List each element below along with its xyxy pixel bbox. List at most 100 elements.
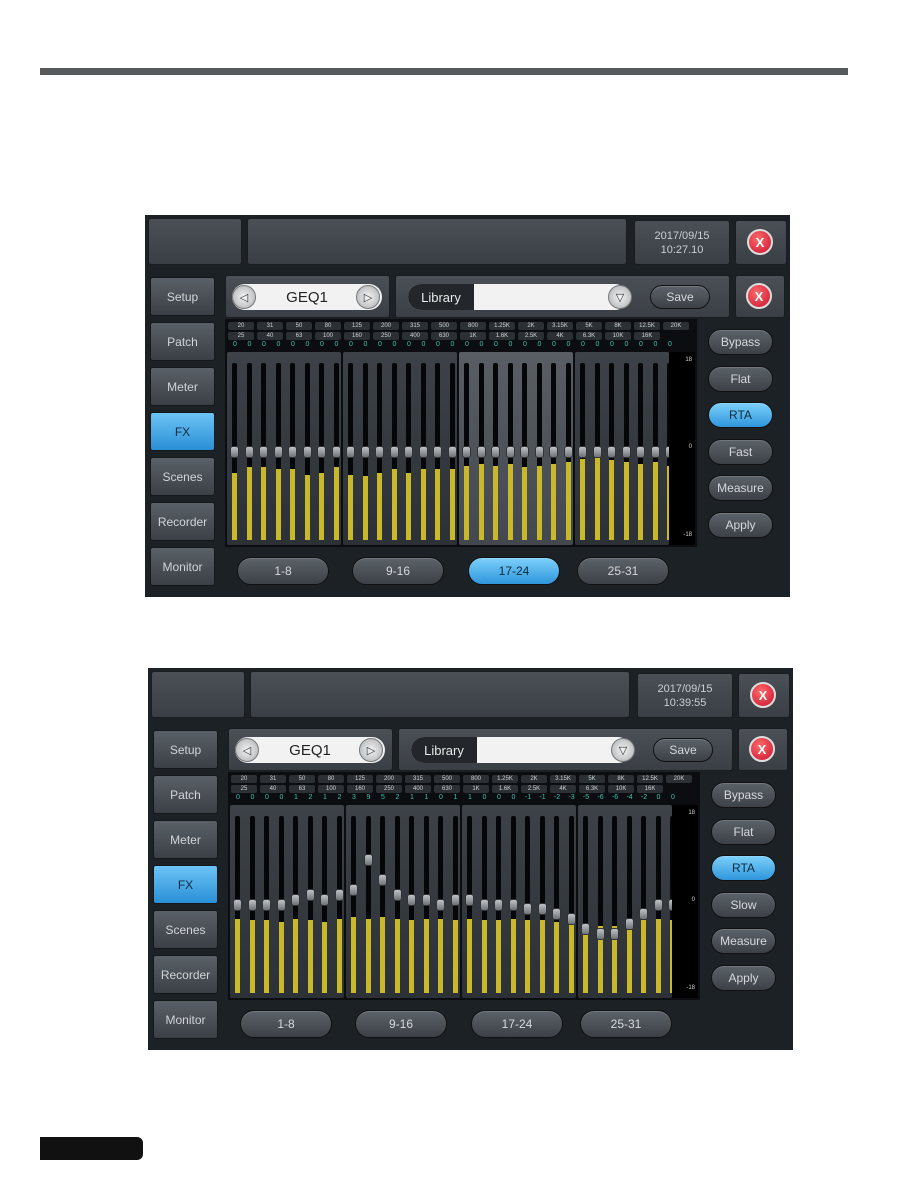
measure-button[interactable]: Measure: [711, 928, 776, 955]
group-button-9-16[interactable]: 9-16: [355, 1010, 447, 1038]
bypass-button[interactable]: Bypass: [708, 329, 773, 355]
bypass-button[interactable]: Bypass: [711, 782, 776, 808]
fader-handle[interactable]: [581, 923, 590, 936]
fader-handle[interactable]: [421, 893, 431, 906]
fader-handle[interactable]: [462, 445, 471, 458]
fader-handle[interactable]: [259, 445, 268, 458]
group-button-17-24[interactable]: 17-24: [468, 557, 560, 585]
fader-handle[interactable]: [389, 445, 399, 458]
group-button-1-8[interactable]: 1-8: [240, 1010, 332, 1038]
fader-handle[interactable]: [563, 445, 573, 458]
fader-handle[interactable]: [636, 445, 645, 458]
prev-preset-button[interactable]: ◁: [232, 285, 256, 309]
sidebar-item-recorder[interactable]: Recorder: [150, 502, 215, 541]
fader-handle[interactable]: [476, 445, 486, 458]
fader-handle[interactable]: [508, 898, 518, 911]
group-button-25-31[interactable]: 25-31: [580, 1010, 672, 1038]
fader-handle[interactable]: [549, 445, 558, 458]
fader-handle[interactable]: [346, 445, 355, 458]
sidebar-item-scenes[interactable]: Scenes: [153, 910, 218, 949]
fader-handle[interactable]: [334, 888, 344, 901]
fader-handle[interactable]: [273, 445, 283, 458]
sidebar-item-fx[interactable]: FX: [150, 412, 215, 451]
fader-handle[interactable]: [610, 928, 619, 940]
fader-handle[interactable]: [505, 445, 515, 458]
rta-button[interactable]: RTA: [711, 855, 776, 882]
fast-button[interactable]: Fast: [708, 438, 773, 465]
next-preset-button[interactable]: ▷: [359, 738, 383, 762]
fader-handle[interactable]: [639, 908, 648, 921]
sidebar-item-monitor[interactable]: Monitor: [150, 547, 215, 586]
fader-handle[interactable]: [578, 445, 587, 458]
fader-handle[interactable]: [320, 893, 329, 906]
rta-button[interactable]: RTA: [708, 402, 773, 429]
fader-handle[interactable]: [407, 893, 416, 906]
sidebar-item-fx[interactable]: FX: [153, 865, 218, 904]
fader-handle[interactable]: [624, 918, 634, 931]
sidebar-item-patch[interactable]: Patch: [150, 322, 215, 361]
fader-handle[interactable]: [653, 898, 663, 911]
sidebar-item-setup[interactable]: Setup: [153, 730, 218, 769]
measure-button[interactable]: Measure: [708, 475, 773, 502]
fader-handle[interactable]: [494, 898, 503, 911]
fader-handle[interactable]: [552, 908, 561, 921]
fader-handle[interactable]: [433, 445, 442, 458]
group-button-25-31[interactable]: 25-31: [577, 557, 669, 585]
sidebar-item-scenes[interactable]: Scenes: [150, 457, 215, 496]
dropdown-chevron-icon[interactable]: ▽: [611, 738, 635, 762]
close-window-button[interactable]: X: [750, 682, 776, 708]
fader-handle[interactable]: [262, 898, 271, 911]
fader-handle[interactable]: [276, 898, 286, 911]
fader-handle[interactable]: [520, 445, 529, 458]
close-fx-button[interactable]: X: [746, 283, 772, 309]
fader-handle[interactable]: [592, 445, 602, 458]
fader-handle[interactable]: [436, 898, 445, 911]
fader-handle[interactable]: [566, 913, 576, 926]
fader-handle[interactable]: [392, 888, 402, 901]
close-fx-button[interactable]: X: [749, 736, 775, 762]
fader-handle[interactable]: [465, 893, 474, 906]
group-button-9-16[interactable]: 9-16: [352, 557, 444, 585]
fader-handle[interactable]: [349, 883, 358, 896]
sidebar-item-patch[interactable]: Patch: [153, 775, 218, 814]
fader-handle[interactable]: [317, 445, 326, 458]
fader-handle[interactable]: [650, 445, 660, 458]
close-window-button[interactable]: X: [747, 229, 773, 255]
fader-handle[interactable]: [244, 445, 254, 458]
fader-handle[interactable]: [378, 873, 387, 886]
fader-handle[interactable]: [479, 898, 489, 911]
sidebar-item-meter[interactable]: Meter: [150, 367, 215, 406]
fader-handle[interactable]: [363, 854, 373, 867]
sidebar-item-setup[interactable]: Setup: [150, 277, 215, 316]
sidebar-item-meter[interactable]: Meter: [153, 820, 218, 859]
fader-handle[interactable]: [230, 445, 239, 458]
fader-handle[interactable]: [247, 898, 257, 911]
group-button-17-24[interactable]: 17-24: [471, 1010, 563, 1038]
flat-button[interactable]: Flat: [711, 818, 776, 845]
fader-handle[interactable]: [450, 893, 460, 906]
save-button[interactable]: Save: [650, 285, 710, 309]
apply-button[interactable]: Apply: [708, 512, 773, 538]
save-button[interactable]: Save: [653, 738, 713, 762]
group-button-1-8[interactable]: 1-8: [237, 557, 329, 585]
fader-handle[interactable]: [418, 445, 428, 458]
sidebar-item-monitor[interactable]: Monitor: [153, 1000, 218, 1039]
prev-preset-button[interactable]: ◁: [235, 738, 259, 762]
fader-handle[interactable]: [595, 928, 605, 940]
fader-handle[interactable]: [331, 445, 341, 458]
fader-handle[interactable]: [360, 445, 370, 458]
sidebar-item-recorder[interactable]: Recorder: [153, 955, 218, 994]
slow-button[interactable]: Slow: [711, 891, 776, 918]
fader-handle[interactable]: [233, 898, 242, 911]
fader-handle[interactable]: [621, 445, 631, 458]
fader-handle[interactable]: [537, 903, 547, 916]
fader-handle[interactable]: [305, 888, 315, 901]
dropdown-chevron-icon[interactable]: ▽: [608, 285, 632, 309]
fader-handle[interactable]: [447, 445, 457, 458]
flat-button[interactable]: Flat: [708, 365, 773, 392]
fader-handle[interactable]: [491, 445, 500, 458]
next-preset-button[interactable]: ▷: [356, 285, 380, 309]
fader-handle[interactable]: [534, 445, 544, 458]
apply-button[interactable]: Apply: [711, 965, 776, 991]
fader-handle[interactable]: [404, 445, 413, 458]
